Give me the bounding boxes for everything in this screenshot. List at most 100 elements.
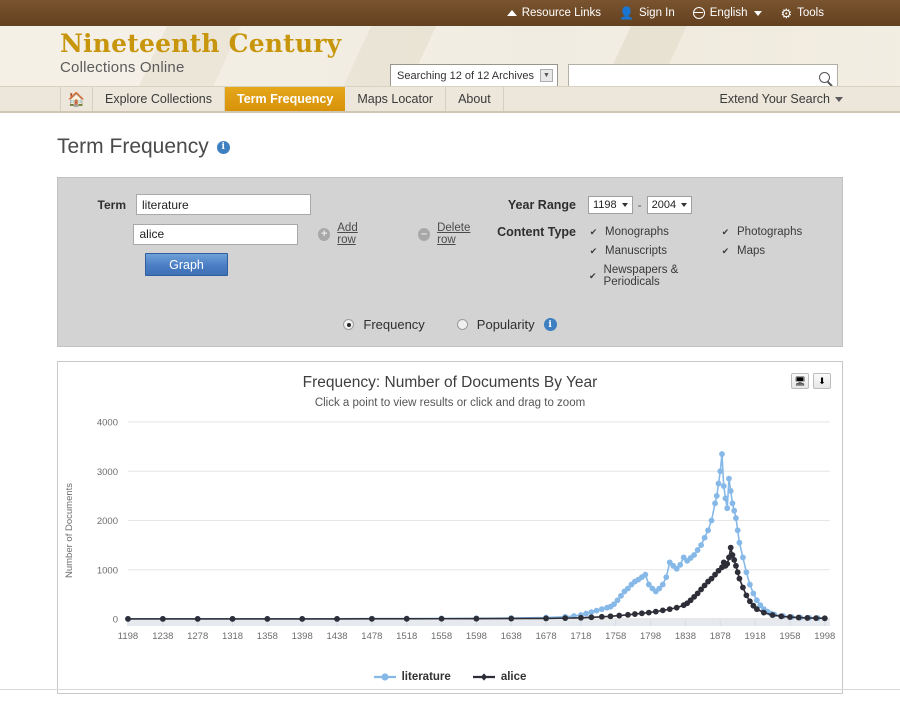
person-icon: 👤 [619,6,634,20]
radio-frequency[interactable] [343,319,355,330]
check-icon: ✔ [720,245,731,257]
archive-scope-select[interactable]: Searching 12 of 12 Archives ▼ [390,64,558,86]
term-input-1[interactable]: literature [136,194,311,215]
search-icon[interactable] [819,72,830,83]
checkbox-label: Photographs [737,226,803,238]
graph-button[interactable]: Graph [145,253,228,276]
nav-item-maps-locator[interactable]: Maps Locator [345,87,447,111]
year-end-select[interactable]: 2004 [646,196,693,214]
svg-text:2000: 2000 [97,516,118,527]
radio-popularity-label[interactable]: Popularity [477,317,535,332]
svg-text:1758: 1758 [605,631,626,642]
chart-plot-area[interactable]: 0 1000 2000 3000 4000 Number of Documents 1198… [58,410,842,693]
svg-text:1838: 1838 [675,631,696,642]
page-title: Term Frequency i [57,135,843,159]
chevron-up-icon [506,10,517,16]
year-end-value: 2004 [651,199,677,211]
filters-column: Year Range 1198 - 2004 Content Type ✔ Mo… [488,194,802,299]
year-range-row: Year Range 1198 - 2004 [488,196,802,214]
resource-links-button[interactable]: Resource Links [506,7,601,19]
svg-text:1438: 1438 [326,631,347,642]
logo-subtitle: Collections Online [60,58,185,76]
search-area: Searching 12 of 12 Archives ▼ [390,64,838,86]
svg-text:1238: 1238 [152,631,173,642]
utility-bar: Resource Links 👤 Sign In English ⚙ Tools [0,0,900,26]
info-icon[interactable]: i [543,318,557,331]
nav-label: Explore Collections [105,92,212,106]
frequency-line-chart[interactable]: 0 1000 2000 3000 4000 Number of Documents 1198… [58,410,844,695]
extend-label: Extend Your Search [719,92,831,106]
term-input-2[interactable]: alice [133,223,299,245]
term-row: Term literature [86,194,488,215]
resource-links-label: Resource Links [521,7,601,19]
add-row-link[interactable]: Add row [337,222,376,246]
checkbox-monographs[interactable]: ✔ Monographs [588,226,720,238]
legend-marker-icon [472,673,495,681]
svg-text:1878: 1878 [710,631,731,642]
globe-icon [692,7,705,19]
svg-text:1718: 1718 [570,631,591,642]
download-icon[interactable]: ⬇ [813,373,831,389]
svg-text:1678: 1678 [535,631,556,642]
nav-label: About [458,92,491,106]
print-icon[interactable]: 🖥 [791,373,809,389]
mode-radio-group: Frequency Popularity i [58,317,842,332]
checkbox-newspapers-periodicals[interactable]: ✔ Newspapers & Periodicals [588,264,720,288]
nav-item-about[interactable]: About [446,87,504,111]
logo-title: Nineteenth Century [60,29,342,58]
home-icon[interactable]: 🏠 [60,87,93,111]
main-navigation: 🏠 Explore Collections Term Frequency Map… [0,87,900,113]
check-icon: ✔ [588,245,599,257]
chevron-down-icon [621,203,628,207]
range-dash: - [637,198,642,212]
checkbox-maps[interactable]: ✔ Maps [720,245,802,257]
sign-in-label: Sign In [638,7,675,19]
svg-text:Number of Documents: Number of Documents [64,483,75,578]
minus-icon[interactable]: – [418,227,431,241]
extend-your-search-menu[interactable]: Extend Your Search [720,87,900,111]
svg-text:1398: 1398 [292,631,313,642]
checkbox-photographs[interactable]: ✔ Photographs [720,226,802,238]
content-type-checkboxes: ✔ Monographs ✔ Photographs ✔ Manuscripts [588,225,802,288]
year-range-label: Year Range [507,198,576,212]
svg-text:1558: 1558 [431,631,452,642]
language-selector[interactable]: English [692,7,763,19]
check-icon: ✔ [588,270,598,282]
checkbox-label: Monographs [605,226,669,238]
nav-label: Maps Locator [357,92,434,106]
nav-item-explore-collections[interactable]: Explore Collections [93,87,225,111]
plus-icon[interactable]: + [318,227,331,241]
svg-text:1198: 1198 [118,631,138,642]
delete-row-link[interactable]: Delete row [437,222,488,246]
legend-item-literature[interactable]: literature [373,671,451,683]
search-input[interactable] [568,64,838,86]
chevron-down-icon: ▼ [540,69,553,82]
language-label: English [709,7,748,19]
svg-text:1638: 1638 [501,631,522,642]
radio-popularity[interactable] [456,319,468,330]
svg-text:3000: 3000 [97,467,118,478]
svg-text:1478: 1478 [361,631,382,642]
checkbox-manuscripts[interactable]: ✔ Manuscripts [588,245,720,257]
legend-marker-icon [373,673,396,681]
chevron-down-icon [835,96,843,102]
chevron-down-icon [681,203,688,207]
check-icon: ✔ [720,226,731,238]
site-logo[interactable]: Nineteenth Century Collections Online [60,30,341,76]
nav-item-term-frequency[interactable]: Term Frequency [225,87,346,111]
search-form-panel: Term literature alice + Add row – Delete… [57,177,843,347]
sign-in-button[interactable]: 👤 Sign In [619,7,675,19]
chevron-down-icon [754,10,763,16]
year-start-select[interactable]: 1198 [588,196,633,214]
archive-scope-label: Searching 12 of 12 Archives [397,69,534,82]
legend-item-alice[interactable]: alice [472,671,526,683]
svg-text:1518: 1518 [396,631,417,642]
svg-text:1598: 1598 [466,631,487,642]
brand-band: Nineteenth Century Collections Online Se… [0,26,900,87]
footer-divider [0,689,900,690]
tools-button[interactable]: ⚙ Tools [780,7,824,20]
page-content: Term Frequency i Term literature alice +… [0,135,900,694]
info-icon[interactable]: i [216,140,230,154]
radio-frequency-label[interactable]: Frequency [363,317,424,332]
chart-title: Frequency: Number of Documents By Year [302,374,598,391]
